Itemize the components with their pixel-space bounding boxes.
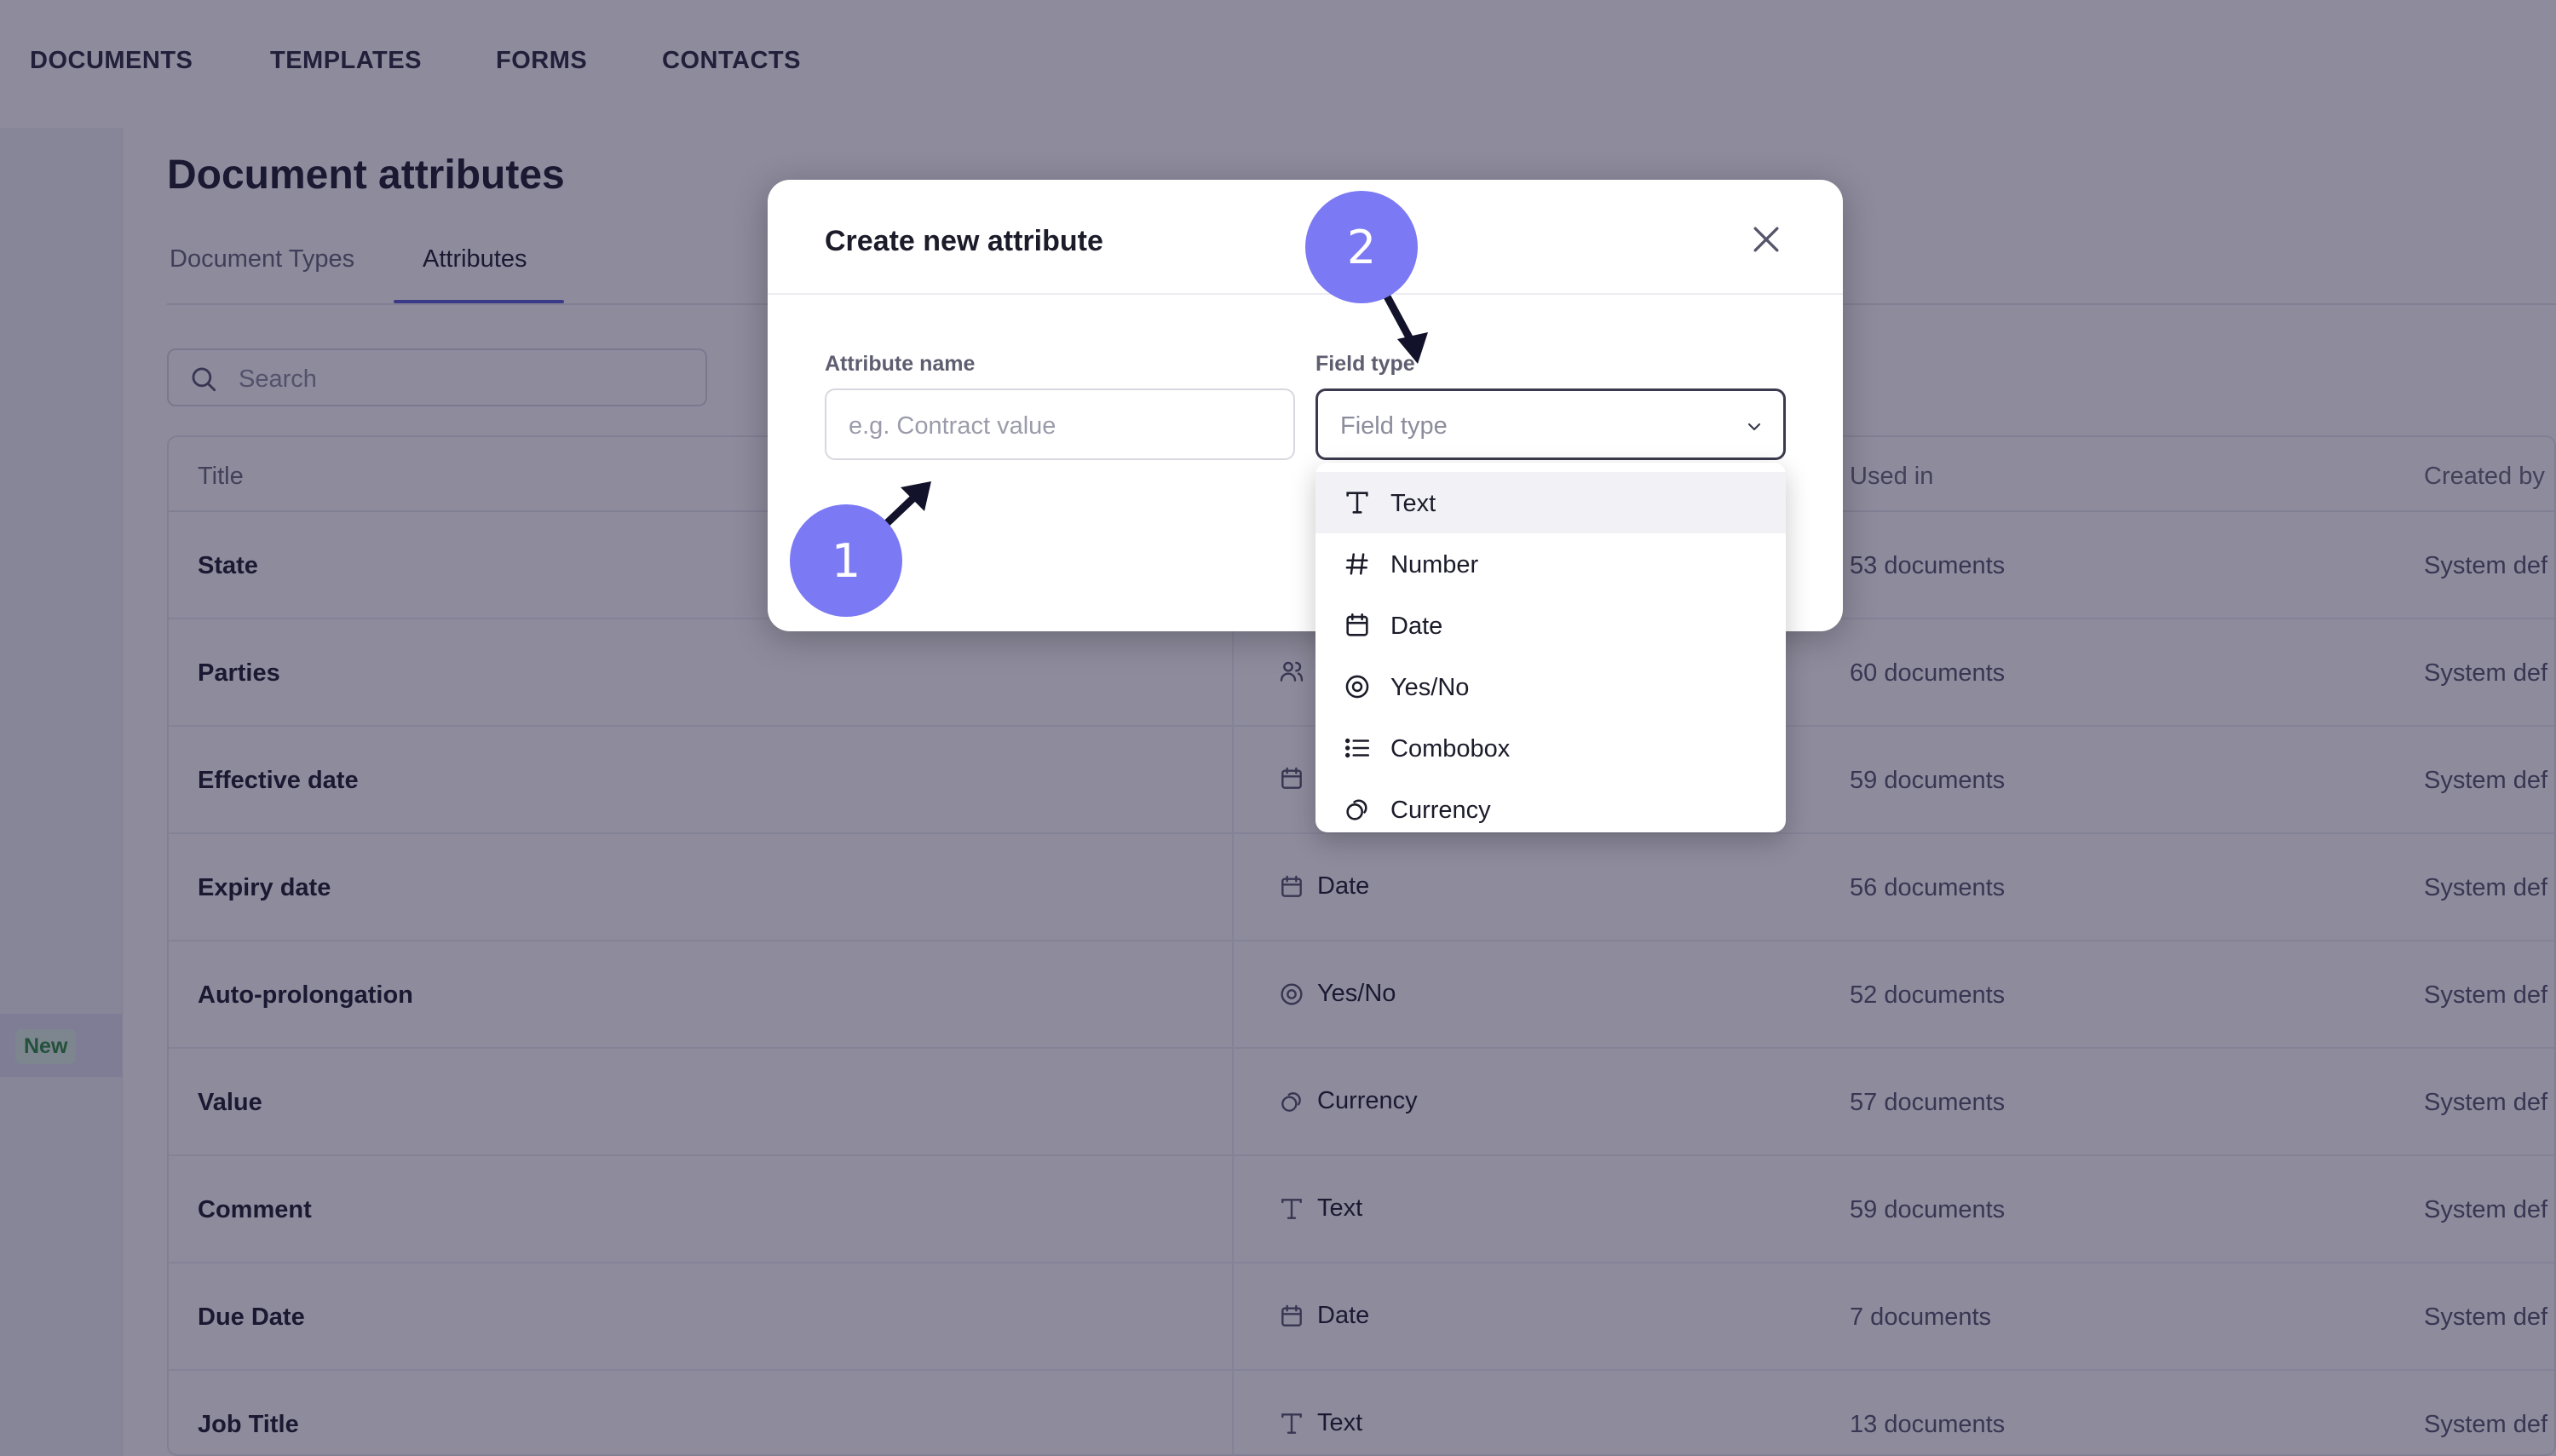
option-label: Combobox — [1390, 735, 1511, 763]
step-marker-1: 1 — [790, 504, 902, 617]
option-yes-no[interactable]: Yes/No — [1315, 656, 1786, 717]
step-marker-2: 2 — [1305, 191, 1418, 303]
option-currency[interactable]: Currency — [1315, 779, 1786, 840]
option-combobox[interactable]: Combobox — [1315, 717, 1786, 779]
field-type-dropdown: Text Number Date Yes/No Combobox Currenc… — [1315, 463, 1786, 832]
option-label: Number — [1390, 551, 1479, 578]
option-label: Date — [1390, 613, 1443, 640]
field-type-select[interactable]: Field type — [1315, 388, 1786, 460]
close-icon[interactable] — [1747, 221, 1785, 258]
field-type-placeholder: Field type — [1340, 412, 1448, 440]
option-label: Yes/No — [1390, 674, 1470, 701]
attribute-name-input[interactable]: e.g. Contract value — [825, 388, 1295, 460]
chevron-down-icon — [1747, 423, 1761, 431]
option-date[interactable]: Date — [1315, 595, 1786, 656]
text-icon — [1346, 492, 1368, 514]
calendar-icon — [1346, 613, 1368, 636]
radio-icon — [1345, 675, 1369, 699]
field-type-label: Field type — [1315, 352, 1415, 376]
modal-title: Create new attribute — [825, 225, 1103, 257]
list-icon — [1344, 738, 1370, 758]
option-label: Text — [1390, 490, 1436, 517]
attribute-name-placeholder: e.g. Contract value — [849, 412, 1056, 440]
option-label: Currency — [1390, 797, 1491, 824]
attribute-name-label: Attribute name — [825, 352, 976, 376]
option-number[interactable]: Number — [1315, 533, 1786, 595]
option-text[interactable]: Text — [1315, 472, 1786, 533]
currency-icon — [1346, 799, 1367, 820]
hash-icon — [1345, 553, 1368, 575]
app-page: DOCUMENTS TEMPLATES FORMS CONTACTS New D… — [0, 0, 2556, 1456]
